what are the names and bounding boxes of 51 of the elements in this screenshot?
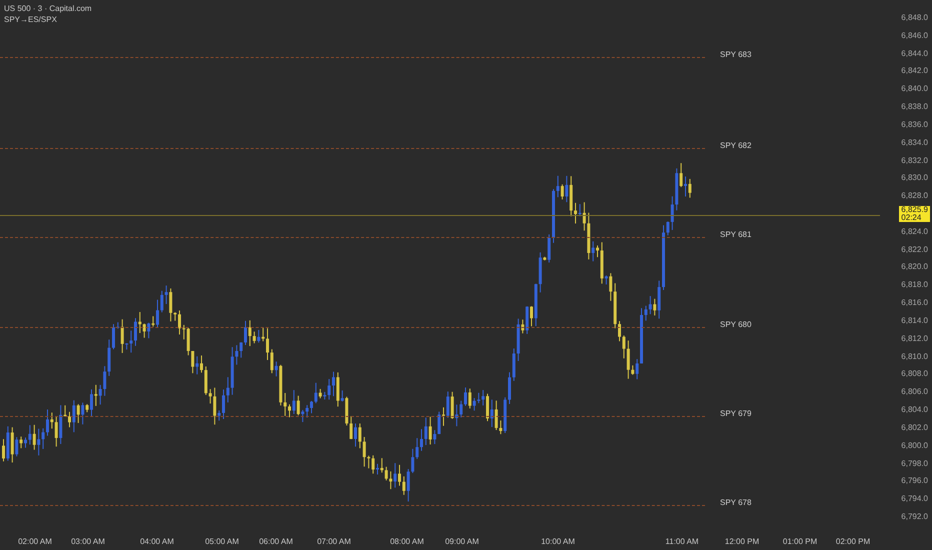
axis-label: 6,840.0 <box>901 84 928 94</box>
level-label: SPY 682 <box>720 141 752 150</box>
level-label: SPY 678 <box>720 498 752 508</box>
axis-label: 6,834.0 <box>901 138 928 147</box>
axis-label: 6,810.0 <box>901 352 928 361</box>
axis-label: 01:00 PM <box>782 537 818 546</box>
level-label: SPY 683 <box>720 50 752 60</box>
level-label: SPY 680 <box>720 320 752 330</box>
axis-label: 6,796.0 <box>901 476 928 486</box>
price-value: 6,825.9 <box>901 206 928 214</box>
axis-label: 07:00 AM <box>317 537 351 546</box>
axis-label: 6,836.0 <box>901 120 928 129</box>
axis-label: 6,842.0 <box>901 66 928 76</box>
axis-label: 6,816.0 <box>901 298 928 308</box>
level-label: SPY 679 <box>720 409 752 418</box>
axis-label: 6,838.0 <box>901 102 928 112</box>
axis-label: 04:00 AM <box>140 537 174 546</box>
axis-label: 06:00 AM <box>259 537 293 546</box>
axis-label: 02:00 AM <box>18 537 52 546</box>
axis-label: 6,828.0 <box>901 191 928 200</box>
axis-label: 6,846.0 <box>901 30 928 40</box>
axis-label: 6,802.0 <box>901 422 928 432</box>
axis-label: 02:00 PM <box>836 537 870 546</box>
axis-label: 6,844.0 <box>901 48 928 58</box>
level-label: SPY 681 <box>720 230 752 240</box>
axis-label: 6,804.0 <box>901 405 928 414</box>
axis-label: 6,818.0 <box>901 280 928 290</box>
axis-label: 6,808.0 <box>901 369 928 378</box>
axis-label: 6,822.0 <box>901 244 928 254</box>
indicator-label: SPY→ES/SPX <box>4 15 58 24</box>
axis-label: 6,824.0 <box>901 226 928 236</box>
countdown-value: 02:24 <box>901 214 922 222</box>
axis-label: 6,832.0 <box>901 156 928 165</box>
axis-label: 6,814.0 <box>901 316 928 325</box>
axis-label: 6,806.0 <box>901 387 928 396</box>
axis-label: 11:00 AM <box>665 537 699 546</box>
axis-label: 05:00 AM <box>205 537 239 546</box>
axis-label: 6,800.0 <box>901 440 928 450</box>
chart-title: US 500 · 3 · Capital.com <box>4 4 92 13</box>
axis-label: 6,794.0 <box>901 494 928 504</box>
axis-label: 12:00 PM <box>724 537 760 546</box>
axis-label: 03:00 AM <box>71 537 105 546</box>
axis-label: 08:00 AM <box>390 537 424 546</box>
axis-label: 6,820.0 <box>901 262 928 272</box>
axis-label: 09:00 AM <box>445 537 479 546</box>
axis-label: 6,812.0 <box>901 334 928 343</box>
axis-label: 10:00 AM <box>541 537 575 546</box>
axis-label: 6,830.0 <box>901 173 928 182</box>
axis-label: 6,848.0 <box>901 13 928 22</box>
axis-label: 6,798.0 <box>901 458 928 468</box>
axis-label: 6,792.0 <box>901 512 928 521</box>
